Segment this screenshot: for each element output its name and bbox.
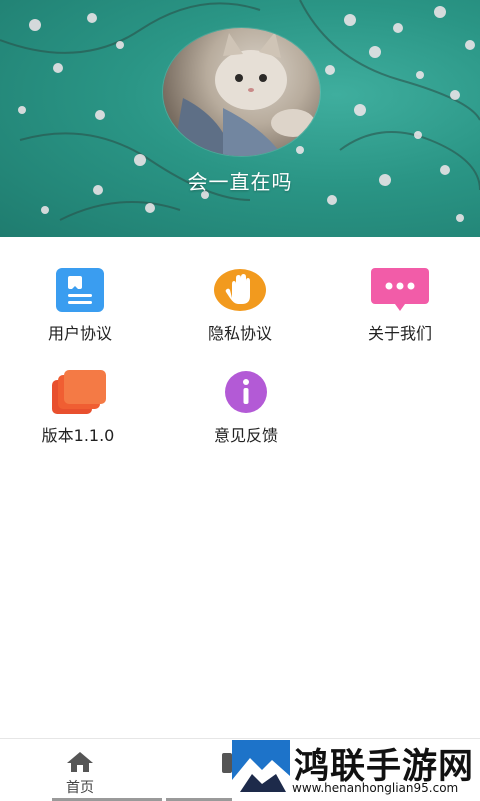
tab-label: 首页 <box>66 780 94 796</box>
menu-item-privacy-agreement[interactable]: 隐私协议 <box>180 268 300 344</box>
menu-item-feedback[interactable]: 意见反馈 <box>186 370 306 446</box>
watermark: 鸿联手游网 www.henanhonglian95.com <box>232 740 480 800</box>
watermark-url: www.henanhonglian95.com <box>292 781 459 795</box>
profile-header: 会一直在吗 <box>0 0 480 237</box>
menu-item-label: 关于我们 <box>367 324 432 343</box>
menu-item-user-agreement[interactable]: 用户协议 <box>20 268 140 344</box>
menu-item-label: 隐私协议 <box>207 324 272 343</box>
tab-icon-partial <box>222 753 232 773</box>
document-icon <box>54 268 106 312</box>
hand-icon <box>214 268 266 312</box>
cat-photo <box>173 32 315 156</box>
home-icon <box>67 752 93 772</box>
cards-icon <box>52 370 106 414</box>
tab-home[interactable]: 首页 <box>0 739 162 801</box>
watermark-logo <box>232 740 290 798</box>
menu-item-label: 版本1.1.0 <box>41 426 115 445</box>
avatar[interactable] <box>163 28 320 156</box>
menu-item-label: 意见反馈 <box>213 426 278 445</box>
menu-item-version[interactable]: 版本1.1.0 <box>18 370 138 446</box>
menu-item-label: 用户协议 <box>47 324 112 343</box>
info-icon <box>220 370 272 414</box>
nickname: 会一直在吗 <box>187 170 293 194</box>
menu-item-about-us[interactable]: 关于我们 <box>340 268 460 344</box>
chat-bubble-icon <box>371 268 429 312</box>
